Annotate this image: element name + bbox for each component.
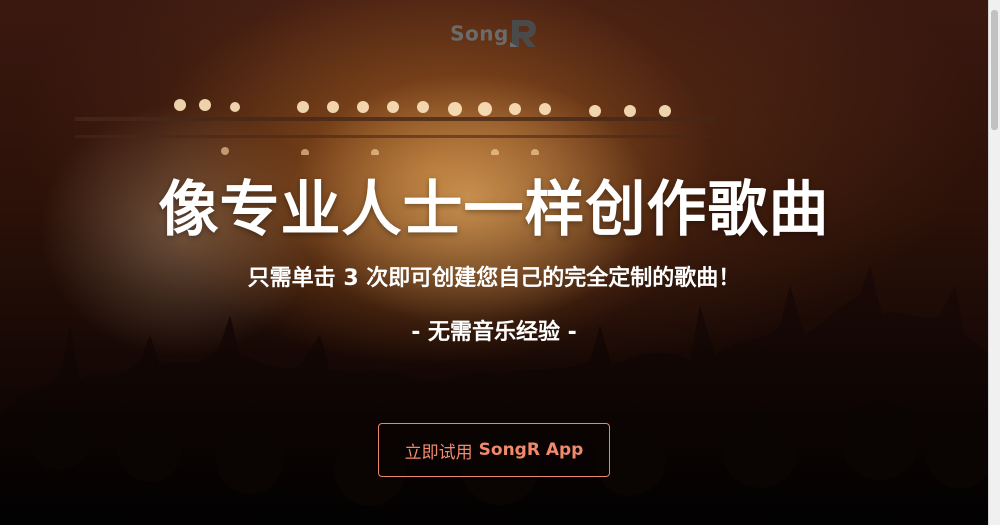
cta-prefix-label: 立即试用 [404, 442, 473, 463]
scrollbar-thumb[interactable] [991, 10, 998, 130]
logo-r-mark-icon [509, 18, 538, 48]
try-songr-app-button[interactable]: 立即试用 SongR App [378, 423, 610, 477]
logo-text: Song [450, 21, 509, 46]
crowd-silhouette [0, 265, 1000, 525]
stage-lighting-truss [75, 95, 715, 155]
hero-headline: 像专业人士一样创作歌曲 [158, 175, 830, 245]
hero-subheadline: 只需单击 3 次即可创建您自己的完全定制的歌曲！ [247, 266, 741, 291]
songr-logo[interactable]: Song [0, 20, 988, 50]
cta-app-name: SongR App [478, 440, 584, 460]
page-scrollbar[interactable] [988, 0, 1000, 525]
landing-page: Song 像专业人士一样创作歌曲 只需单击 3 次即可创建您自己的完全定制的歌曲… [0, 0, 1000, 525]
hero-tagline: - 无需音乐经验 - [411, 320, 577, 345]
